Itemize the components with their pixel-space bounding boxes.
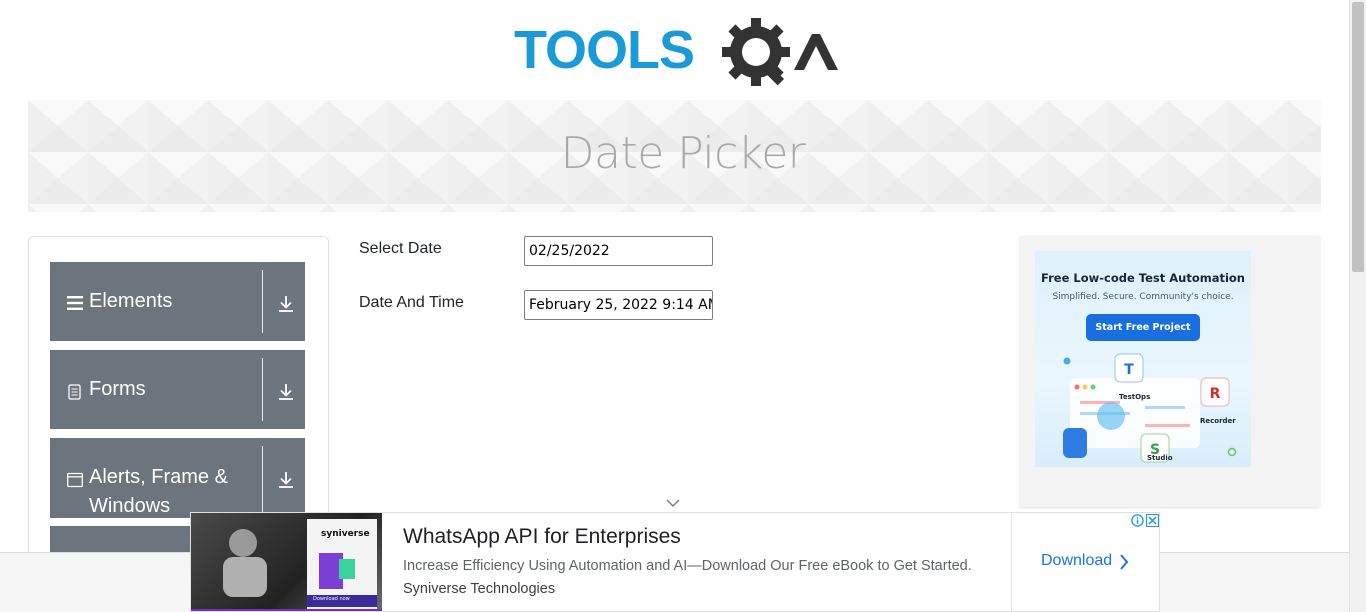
chevron-down-icon[interactable]	[666, 498, 680, 508]
side-ad-illustration: T R S	[1063, 353, 1237, 463]
ad-title[interactable]: WhatsApp API for Enterprises	[403, 525, 681, 549]
bottom-advertisement[interactable]: syniverse Download now WhatsApp API for …	[190, 512, 1160, 612]
ad-info-icon[interactable]	[1131, 514, 1144, 527]
download-icon[interactable]	[278, 383, 294, 401]
side-ad-tag-studio: Studio	[1147, 454, 1173, 462]
divider	[262, 358, 263, 421]
window-icon	[67, 472, 83, 488]
sidebar-group-alerts-frame-windows[interactable]: Alerts, Frame & Windows	[50, 438, 305, 518]
divider	[262, 270, 263, 333]
logo-text: TOOLS	[514, 20, 694, 80]
sidebar-group-elements[interactable]: Elements	[50, 262, 305, 341]
start-free-project-button[interactable]: Start Free Project	[1086, 314, 1200, 341]
ad-thumbnail-button: Download now	[313, 596, 350, 602]
download-icon[interactable]	[278, 471, 294, 489]
side-ad-tag-testops: TestOps	[1119, 393, 1151, 401]
download-button[interactable]: Download	[1041, 552, 1112, 570]
ad-thumbnail[interactable]: syniverse Download now	[191, 513, 382, 611]
side-ad-creative[interactable]: Free Low-code Test Automation Simplified…	[1035, 251, 1251, 467]
ad-thumbnail-art	[191, 519, 382, 611]
sidebar-group-forms[interactable]: Forms	[50, 350, 305, 429]
scrollbar-thumb[interactable]	[1352, 2, 1364, 272]
hamburger-icon	[67, 296, 83, 310]
chevron-right-icon[interactable]	[1119, 554, 1129, 570]
svg-text:T: T	[1124, 362, 1134, 378]
divider	[1011, 513, 1012, 611]
gear-icon	[722, 18, 790, 86]
date-and-time-label: Date And Time	[359, 294, 464, 311]
toolsqa-logo[interactable]: TOOLS	[514, 16, 838, 92]
select-date-input[interactable]: 02/25/2022	[524, 236, 713, 266]
page-title: Date Picker	[560, 128, 806, 179]
ad-advertiser: Syniverse Technologies	[403, 581, 556, 597]
document-icon	[68, 384, 81, 400]
side-ad-subtitle: Simplified. Secure. Community's choice.	[1052, 292, 1234, 302]
download-icon[interactable]	[278, 295, 294, 313]
close-icon[interactable]	[1146, 514, 1159, 527]
side-advertisement[interactable]: Free Low-code Test Automation Simplified…	[1020, 236, 1320, 507]
ad-description: Increase Efficiency Using Automation and…	[403, 558, 972, 574]
side-ad-tag-recorder: Recorder	[1200, 417, 1236, 425]
date-and-time-input[interactable]: February 25, 2022 9:14 AM	[524, 290, 713, 320]
page-scrollbar[interactable]	[1349, 0, 1366, 612]
select-date-label: Select Date	[359, 240, 442, 257]
side-ad-title: Free Low-code Test Automation	[1041, 271, 1245, 285]
ad-thumbnail-brand: syniverse	[321, 529, 370, 539]
divider	[262, 446, 263, 518]
sidebar-group-label: Elements	[89, 290, 173, 312]
sidebar-group-label: Forms	[89, 378, 146, 400]
logo-a	[794, 34, 838, 70]
svg-text:R: R	[1210, 386, 1221, 402]
